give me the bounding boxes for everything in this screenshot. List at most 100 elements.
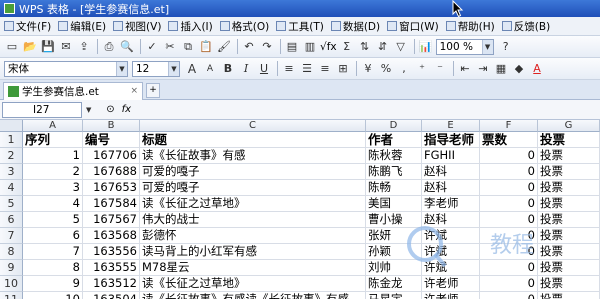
header-cell[interactable]: 作者 xyxy=(366,132,422,148)
table-cell[interactable]: 可爱的嘎子 xyxy=(140,180,366,196)
header-cell[interactable]: 序列 xyxy=(23,132,83,148)
table-cell[interactable]: 0 xyxy=(480,164,538,180)
table-cell[interactable]: FGHII xyxy=(422,148,480,164)
table-cell[interactable]: 163512 xyxy=(83,276,140,292)
menu-file[interactable]: 文件(F) xyxy=(4,19,51,34)
table-cell[interactable]: 0 xyxy=(480,276,538,292)
table-cell[interactable]: 彭德怀 xyxy=(140,228,366,244)
save-icon[interactable]: 💾 xyxy=(40,39,56,55)
table-cell[interactable]: 投票 xyxy=(538,212,600,228)
table-cell[interactable]: 美国 xyxy=(366,196,422,212)
table-cell[interactable]: 投票 xyxy=(538,244,600,260)
close-icon[interactable]: × xyxy=(130,86,138,96)
row-header[interactable]: 7 xyxy=(0,228,23,244)
tab-document[interactable]: 学生参赛信息.et × xyxy=(3,82,143,100)
format-painter-icon[interactable]: 🖌 xyxy=(216,39,232,55)
open-folder-icon[interactable]: 📂 xyxy=(22,39,38,55)
table-cell[interactable]: 读《长征之过草地》 xyxy=(140,276,366,292)
table-cell[interactable]: 8 xyxy=(23,260,83,276)
header-cell[interactable]: 指导老师 xyxy=(422,132,480,148)
table-cell[interactable]: 赵科 xyxy=(422,212,480,228)
row-header[interactable]: 6 xyxy=(0,212,23,228)
table-cell[interactable]: 0 xyxy=(480,180,538,196)
table-cell[interactable]: 伟大的战士 xyxy=(140,212,366,228)
row-header[interactable]: 8 xyxy=(0,244,23,260)
menu-edit[interactable]: 编辑(E) xyxy=(58,19,106,34)
spell-check-icon[interactable]: ✓ xyxy=(144,39,160,55)
table-cell[interactable]: 6 xyxy=(23,228,83,244)
row-header[interactable]: 5 xyxy=(0,196,23,212)
menu-format[interactable]: 格式(O) xyxy=(219,19,269,34)
paste-icon[interactable]: 📋 xyxy=(198,39,214,55)
font-grow-button[interactable]: A xyxy=(184,61,200,77)
table-cell[interactable]: 陈金龙 xyxy=(366,276,422,292)
row-header[interactable]: 10 xyxy=(0,276,23,292)
insert-function-button[interactable]: √fx xyxy=(320,41,337,53)
new-document-icon[interactable]: ▭ xyxy=(4,39,20,55)
chart-icon[interactable]: 📊 xyxy=(418,39,434,55)
insert-col-icon[interactable]: ▥ xyxy=(302,39,318,55)
column-header-f[interactable]: F xyxy=(480,120,538,132)
currency-icon[interactable]: ¥ xyxy=(360,61,376,77)
copy-icon[interactable]: ⧉ xyxy=(180,39,196,55)
table-cell[interactable]: M78星云 xyxy=(140,260,366,276)
column-header-a[interactable]: A xyxy=(23,120,83,132)
align-left-icon[interactable]: ≡ xyxy=(281,61,297,77)
column-header-b[interactable]: B xyxy=(83,120,140,132)
menu-window[interactable]: 窗口(W) xyxy=(387,19,439,34)
row-header[interactable]: 2 xyxy=(0,148,23,164)
undo-icon[interactable]: ↶ xyxy=(241,39,257,55)
header-cell[interactable]: 投票 xyxy=(538,132,600,148)
select-all-corner[interactable] xyxy=(0,120,23,132)
table-cell[interactable]: 2 xyxy=(23,164,83,180)
bold-button[interactable]: B xyxy=(220,61,236,77)
table-cell[interactable]: 读《长征之过草地》 xyxy=(140,196,366,212)
table-cell[interactable]: 陈鹏飞 xyxy=(366,164,422,180)
menu-help[interactable]: 帮助(H) xyxy=(445,19,495,34)
align-right-icon[interactable]: ≡ xyxy=(317,61,333,77)
table-cell[interactable]: 许斌 xyxy=(422,260,480,276)
merge-center-icon[interactable]: ⊞ xyxy=(335,61,351,77)
sort-ascending-icon[interactable]: ⇅ xyxy=(357,39,373,55)
export-icon[interactable]: ⇪ xyxy=(76,39,92,55)
table-cell[interactable]: 3 xyxy=(23,180,83,196)
table-cell[interactable]: 5 xyxy=(23,212,83,228)
table-cell[interactable]: 167584 xyxy=(83,196,140,212)
table-cell[interactable]: 投票 xyxy=(538,164,600,180)
italic-button[interactable]: I xyxy=(238,61,254,77)
font-shrink-button[interactable]: A xyxy=(202,61,218,77)
table-cell[interactable]: 刘帅 xyxy=(366,260,422,276)
table-cell[interactable]: 许斌 xyxy=(422,244,480,260)
decrease-indent-icon[interactable]: ⇤ xyxy=(457,61,473,77)
table-cell[interactable]: 163555 xyxy=(83,260,140,276)
menu-tools[interactable]: 工具(T) xyxy=(276,19,324,34)
borders-icon[interactable]: ▦ xyxy=(493,61,509,77)
column-header-c[interactable]: C xyxy=(140,120,366,132)
new-tab-button[interactable]: + xyxy=(146,83,160,98)
table-cell[interactable]: 李老师 xyxy=(422,196,480,212)
menu-data[interactable]: 数据(D) xyxy=(330,19,380,34)
table-cell[interactable]: 投票 xyxy=(538,180,600,196)
table-cell[interactable]: 0 xyxy=(480,244,538,260)
row-header[interactable]: 1 xyxy=(0,132,23,148)
table-cell[interactable]: 1 xyxy=(23,148,83,164)
header-cell[interactable]: 标题 xyxy=(140,132,366,148)
row-header[interactable]: 3 xyxy=(0,164,23,180)
table-cell[interactable]: 赵科 xyxy=(422,180,480,196)
row-header[interactable]: 9 xyxy=(0,260,23,276)
table-cell[interactable]: 7 xyxy=(23,244,83,260)
table-cell[interactable]: 163556 xyxy=(83,244,140,260)
name-box[interactable]: I27 xyxy=(2,101,82,118)
table-cell[interactable]: 0 xyxy=(480,212,538,228)
table-cell[interactable]: 投票 xyxy=(538,292,600,299)
table-cell[interactable]: 10 xyxy=(23,292,83,299)
table-cell[interactable]: 投票 xyxy=(538,228,600,244)
table-cell[interactable]: 9 xyxy=(23,276,83,292)
align-center-icon[interactable]: ☰ xyxy=(299,61,315,77)
font-name-select[interactable]: 宋体 ▼ xyxy=(4,60,128,77)
sort-descending-icon[interactable]: ⇵ xyxy=(375,39,391,55)
table-cell[interactable]: 0 xyxy=(480,260,538,276)
table-cell[interactable]: 读《长征故事》有感 xyxy=(140,148,366,164)
increase-decimal-icon[interactable]: ⁺ xyxy=(414,61,430,77)
table-cell[interactable]: 许老师 xyxy=(422,276,480,292)
